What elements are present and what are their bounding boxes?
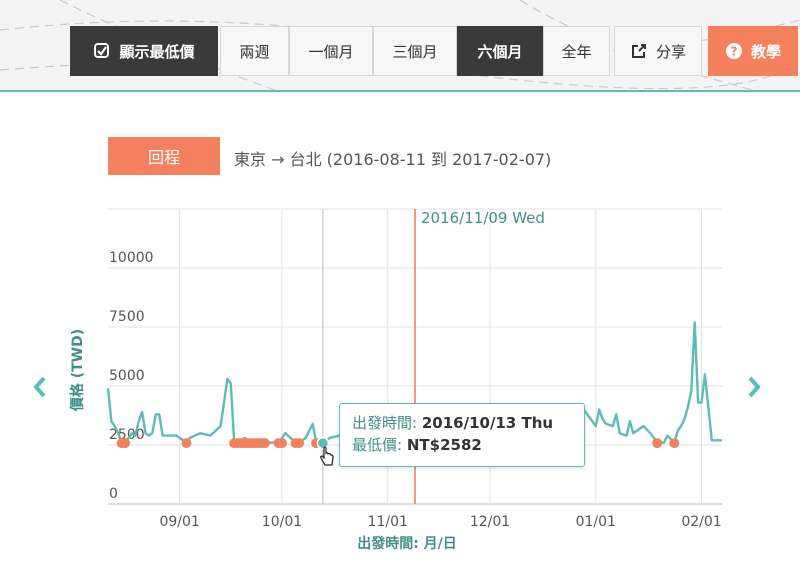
checkbox-checked-icon bbox=[94, 43, 110, 58]
range-button-six-months[interactable]: 六個月 bbox=[457, 26, 543, 76]
range-label: 兩週 bbox=[239, 42, 270, 61]
tutorial-button[interactable]: ? 教學 bbox=[708, 26, 798, 76]
x-axis-title: 出發時間: 月/日 bbox=[357, 535, 457, 552]
marker-label: 2016/11/09 Wed bbox=[421, 209, 545, 227]
y-tick-label: 5000 bbox=[109, 368, 145, 384]
tooltip-date-value: 2016/10/13 Thu bbox=[421, 414, 554, 432]
range-label: 六個月 bbox=[477, 42, 523, 61]
lowest-price-dot bbox=[181, 438, 192, 449]
lowest-price-dot bbox=[120, 438, 131, 449]
share-icon bbox=[631, 44, 646, 58]
show-lowest-button[interactable]: 顯示最低價 bbox=[70, 26, 218, 76]
x-tick-label: 11/01 bbox=[368, 514, 408, 530]
range-label: 全年 bbox=[561, 42, 592, 61]
price-chart[interactable]: 025005000750010000 09/01 10/01 11/01 12/01 0… bbox=[0, 195, 800, 555]
tutorial-label: 教學 bbox=[750, 42, 781, 61]
tooltip-date-row: 出發時間: 2016/10/13 Thu bbox=[352, 412, 572, 434]
y-tick-label: 10000 bbox=[109, 250, 154, 266]
x-tick-label: 02/01 bbox=[681, 514, 721, 530]
question-circle-icon: ? bbox=[725, 43, 742, 59]
x-tick-labels: 09/01 10/01 11/01 12/01 01/01 02/01 bbox=[159, 514, 721, 530]
return-trip-label: 回程 bbox=[147, 148, 180, 167]
return-trip-button[interactable]: 回程 bbox=[108, 137, 220, 175]
range-label: 一個月 bbox=[308, 42, 354, 61]
range-button-two-weeks[interactable]: 兩週 bbox=[220, 26, 289, 76]
hover-tooltip: 出發時間: 2016/10/13 Thu 最低價: NT$2582 bbox=[339, 403, 585, 467]
show-lowest-label: 顯示最低價 bbox=[119, 42, 195, 61]
lowest-price-dot bbox=[669, 438, 680, 449]
y-tick-label: 7500 bbox=[109, 309, 145, 325]
share-button[interactable]: 分享 bbox=[614, 26, 702, 76]
tooltip-price-label: 最低價: bbox=[352, 436, 403, 454]
lowest-price-dot bbox=[276, 438, 287, 449]
x-tick-label: 10/01 bbox=[262, 514, 302, 530]
range-button-three-months[interactable]: 三個月 bbox=[373, 26, 457, 76]
x-tick-label: 09/01 bbox=[159, 514, 199, 530]
x-tick-label: 12/01 bbox=[470, 514, 510, 530]
svg-text:?: ? bbox=[731, 45, 738, 59]
route-summary: 東京 → 台北 (2016-08-11 到 2017-02-07) bbox=[234, 150, 552, 169]
range-button-one-month[interactable]: 一個月 bbox=[289, 26, 373, 76]
range-button-full-year[interactable]: 全年 bbox=[543, 26, 610, 76]
lowest-price-dot bbox=[294, 438, 305, 449]
series-line bbox=[581, 321, 722, 444]
share-label: 分享 bbox=[655, 42, 686, 61]
y-tick-label: 0 bbox=[109, 486, 118, 502]
top-bar: 顯示最低價 兩週 一個月 三個月 六個月 全年 分享 ? 教學 bbox=[0, 0, 800, 92]
tooltip-date-label: 出發時間: bbox=[352, 414, 418, 432]
lowest-price-dot bbox=[652, 438, 663, 449]
tooltip-price-value: NT$2582 bbox=[406, 436, 482, 454]
y-tick-labels: 025005000750010000 bbox=[109, 250, 154, 502]
x-tick-label: 01/01 bbox=[576, 514, 616, 530]
hand-cursor-icon bbox=[320, 446, 334, 466]
tooltip-price-row: 最低價: NT$2582 bbox=[352, 434, 572, 456]
series-line bbox=[106, 377, 354, 445]
range-label: 三個月 bbox=[392, 42, 438, 61]
lowest-price-dot bbox=[259, 438, 270, 449]
